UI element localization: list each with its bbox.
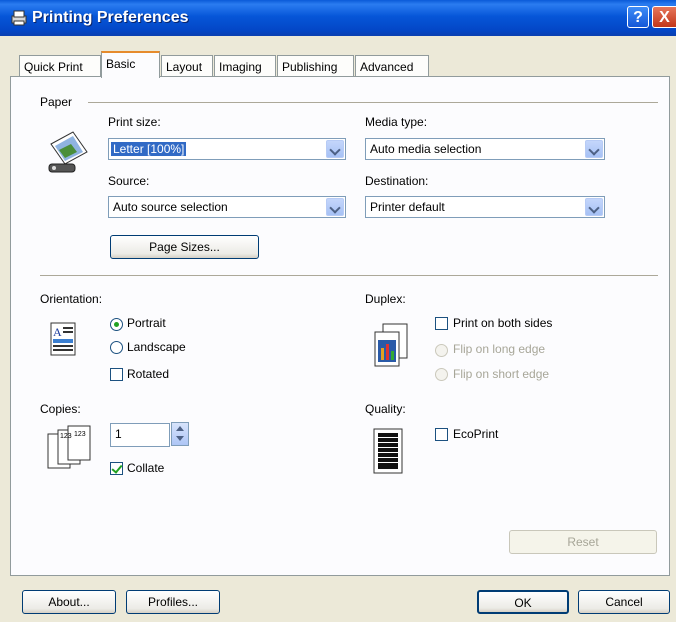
close-button[interactable]: X [652,6,676,28]
source-value: Auto source selection [113,200,228,214]
duplex-label: Duplex: [365,292,406,306]
spin-down-icon[interactable] [176,436,184,441]
copies-value: 1 [115,427,122,441]
rotated-checkbox[interactable] [110,368,123,381]
paper-icon [48,131,88,173]
tab-layout[interactable]: Layout [161,55,213,77]
destination-label: Destination: [365,174,429,188]
print-both-sides-label: Print on both sides [453,316,553,330]
portrait-label: Portrait [127,316,166,330]
print-size-value: Letter [100%] [111,142,187,156]
quality-page-icon [373,428,403,474]
copies-spinner[interactable] [171,422,189,446]
copies-label: Copies: [40,402,81,416]
media-type-dropdown[interactable]: Auto media selection [365,138,605,160]
help-button[interactable]: ? [627,6,649,28]
copies-field[interactable]: 1 [110,423,170,447]
paper-separator [88,102,658,103]
svg-text:123: 123 [74,431,86,438]
svg-text:A: A [53,325,62,339]
collate-checkbox[interactable] [110,462,123,475]
printer-app-icon [11,10,27,26]
section-separator [40,275,658,276]
source-label: Source: [108,174,150,188]
ok-button[interactable]: OK [477,590,569,614]
landscape-radio[interactable] [110,341,123,354]
flip-short-edge-label: Flip on short edge [453,367,550,381]
copies-icon: 123 123 [47,425,91,469]
destination-value: Printer default [370,200,445,214]
tab-basic[interactable]: Basic [101,51,160,78]
flip-short-edge-radio[interactable] [435,368,448,381]
chevron-down-icon[interactable] [326,198,344,216]
media-type-value: Auto media selection [370,142,482,156]
chevron-down-icon[interactable] [585,198,603,216]
tab-imaging[interactable]: Imaging [214,55,276,77]
page-sizes-button[interactable]: Page Sizes... [110,235,259,259]
flip-long-edge-radio[interactable] [435,344,448,357]
tab-publishing[interactable]: Publishing [277,55,354,77]
svg-text:123: 123 [60,433,72,440]
profiles-button[interactable]: Profiles... [126,590,220,614]
landscape-label: Landscape [127,340,186,354]
destination-dropdown[interactable]: Printer default [365,196,605,218]
print-both-sides-checkbox[interactable] [435,317,448,330]
portrait-page-icon: A [50,322,76,356]
duplex-icon [374,323,408,367]
chevron-down-icon[interactable] [585,140,603,158]
tab-advanced[interactable]: Advanced [355,55,429,77]
reset-button[interactable]: Reset [509,530,657,554]
tab-quick-print[interactable]: Quick Print [19,55,101,77]
about-button[interactable]: About... [22,590,116,614]
print-size-dropdown[interactable]: Letter [100%] [108,138,346,160]
paper-group-label: Paper [40,95,73,109]
quality-label: Quality: [365,402,406,416]
media-type-label: Media type: [365,115,428,129]
chevron-down-icon[interactable] [326,140,344,158]
print-size-label: Print size: [108,115,161,129]
source-dropdown[interactable]: Auto source selection [108,196,346,218]
window-title: Printing Preferences [32,9,189,26]
ecoprint-checkbox[interactable] [435,428,448,441]
spin-up-icon[interactable] [176,426,184,431]
portrait-radio[interactable] [110,318,123,331]
orientation-label: Orientation: [40,292,103,306]
cancel-button[interactable]: Cancel [578,590,670,614]
collate-label: Collate [127,461,165,475]
ecoprint-label: EcoPrint [453,427,499,441]
flip-long-edge-label: Flip on long edge [453,342,546,356]
rotated-label: Rotated [127,367,170,381]
